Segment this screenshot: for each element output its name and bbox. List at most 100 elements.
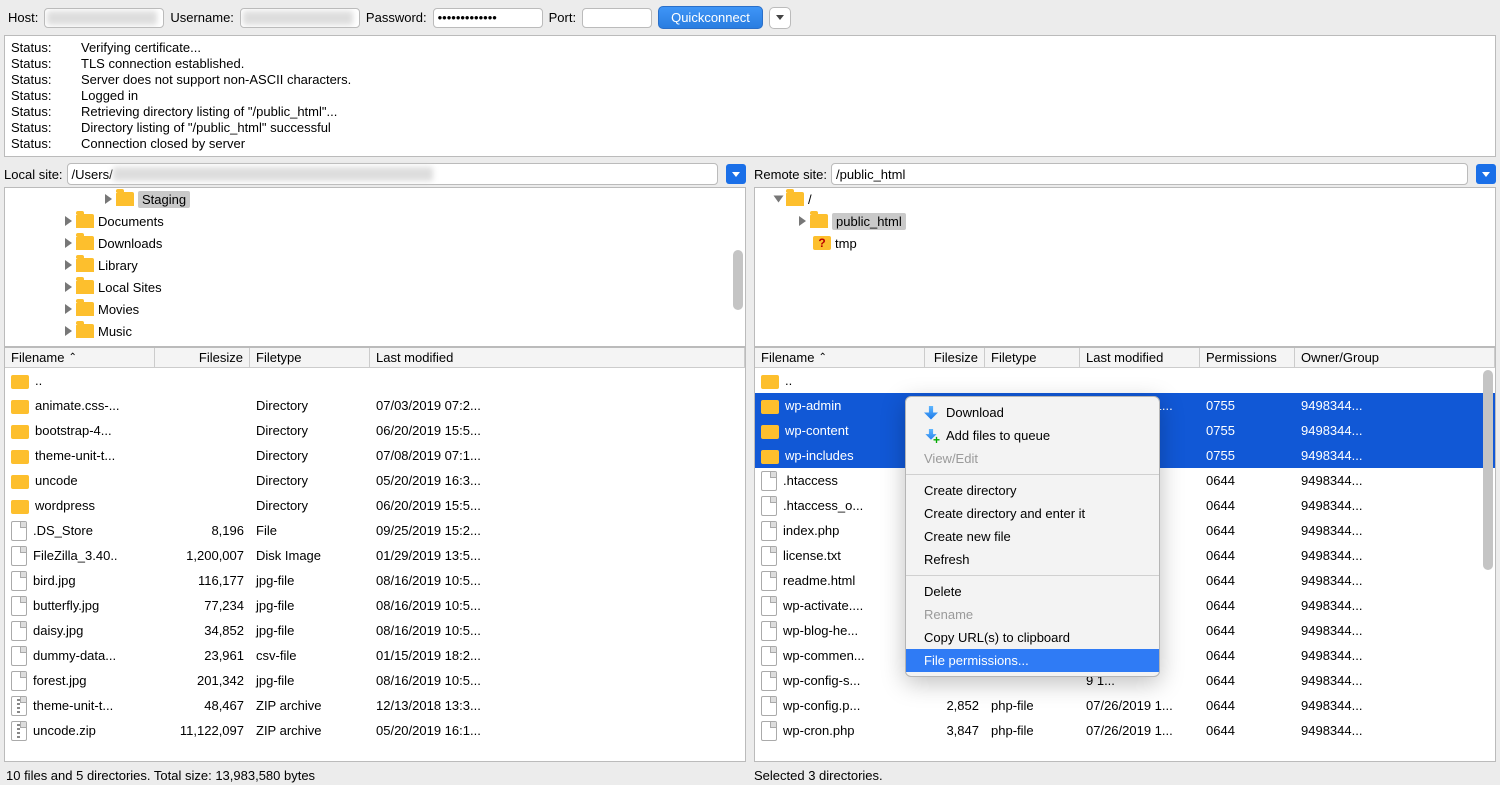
- ctx-create-directory[interactable]: Create directory: [906, 479, 1159, 502]
- tree-item-tmp[interactable]: tmp: [835, 236, 857, 251]
- file-name: wordpress: [35, 498, 95, 513]
- table-row[interactable]: bird.jpg116,177jpg-file08/16/2019 10:5..…: [5, 568, 745, 593]
- file-modified: 08/16/2019 10:5...: [370, 573, 745, 588]
- disclosure-icon[interactable]: [105, 194, 112, 204]
- table-row[interactable]: FileZilla_3.40..1,200,007Disk Image01/29…: [5, 543, 745, 568]
- password-input[interactable]: [433, 8, 543, 28]
- file-name: wp-blog-he...: [783, 623, 858, 638]
- local-site-input[interactable]: /Users/: [67, 163, 718, 185]
- scrollbar[interactable]: [731, 190, 743, 344]
- col-lastmodified[interactable]: Last modified: [376, 350, 453, 365]
- local-columns[interactable]: Filename⌃ Filesize Filetype Last modifie…: [5, 348, 745, 368]
- quickconnect-button[interactable]: Quickconnect: [658, 6, 763, 29]
- file-size: 48,467: [155, 698, 250, 713]
- connection-bar: Host: Username: Password: Port: Quickcon…: [0, 0, 1500, 35]
- file-icon: [11, 621, 27, 641]
- quickconnect-history-dropdown[interactable]: [769, 7, 791, 29]
- add-to-queue-icon: [924, 429, 938, 443]
- col-filesize[interactable]: Filesize: [934, 350, 978, 365]
- file-name: forest.jpg: [33, 673, 86, 688]
- table-row[interactable]: uncode.zip11,122,097ZIP archive05/20/201…: [5, 718, 745, 743]
- file-owner: 9498344...: [1295, 548, 1495, 563]
- table-row[interactable]: theme-unit-t...48,467ZIP archive12/13/20…: [5, 693, 745, 718]
- file-icon: [761, 696, 777, 716]
- file-icon: [761, 471, 777, 491]
- table-row[interactable]: bootstrap-4...Directory06/20/2019 15:5..…: [5, 418, 745, 443]
- col-lastmodified[interactable]: Last modified: [1086, 350, 1163, 365]
- username-input[interactable]: [240, 8, 360, 28]
- col-filesize[interactable]: Filesize: [199, 350, 243, 365]
- file-owner: 9498344...: [1295, 723, 1495, 738]
- local-tree[interactable]: Staging Documents Downloads Library Local S…: [4, 187, 746, 347]
- disclosure-icon[interactable]: [65, 326, 72, 336]
- col-ownergroup[interactable]: Owner/Group: [1301, 350, 1379, 365]
- file-type: jpg-file: [250, 673, 370, 688]
- disclosure-icon[interactable]: [65, 260, 72, 270]
- log-label: Status:: [11, 120, 61, 136]
- table-row[interactable]: theme-unit-t...Directory07/08/2019 07:1.…: [5, 443, 745, 468]
- col-filename[interactable]: Filename: [11, 350, 64, 365]
- ctx-file-permissions[interactable]: File permissions...: [906, 649, 1159, 672]
- tree-item[interactable]: Library: [98, 258, 138, 273]
- col-filetype[interactable]: Filetype: [256, 350, 302, 365]
- tree-item[interactable]: Local Sites: [98, 280, 162, 295]
- table-row[interactable]: uncodeDirectory05/20/2019 16:3...: [5, 468, 745, 493]
- remote-columns[interactable]: Filename⌃ Filesize Filetype Last modifie…: [755, 348, 1495, 368]
- tree-item[interactable]: Movies: [98, 302, 139, 317]
- remote-site-dropdown[interactable]: [1476, 164, 1496, 184]
- table-row[interactable]: butterfly.jpg77,234jpg-file08/16/2019 10…: [5, 593, 745, 618]
- local-filelist[interactable]: Filename⌃ Filesize Filetype Last modifie…: [4, 347, 746, 762]
- tree-item[interactable]: Music: [98, 324, 132, 339]
- file-modified: 01/15/2019 18:2...: [370, 648, 745, 663]
- log-panel: Status:Verifying certificate...Status:TL…: [4, 35, 1496, 157]
- file-name: FileZilla_3.40..: [33, 548, 118, 563]
- folder-icon: [11, 375, 29, 389]
- file-size: 1,200,007: [155, 548, 250, 563]
- ctx-delete[interactable]: Delete: [906, 580, 1159, 603]
- table-row[interactable]: forest.jpg201,342jpg-file08/16/2019 10:5…: [5, 668, 745, 693]
- disclosure-icon[interactable]: [774, 196, 784, 203]
- host-input[interactable]: [44, 8, 164, 28]
- ctx-create-file[interactable]: Create new file: [906, 525, 1159, 548]
- file-owner: 9498344...: [1295, 673, 1495, 688]
- disclosure-icon[interactable]: [799, 216, 806, 226]
- ctx-add-to-queue[interactable]: Add files to queue: [906, 424, 1159, 447]
- folder-icon: [11, 425, 29, 439]
- tree-item-staging[interactable]: Staging: [138, 191, 190, 208]
- col-permissions[interactable]: Permissions: [1206, 350, 1277, 365]
- separator: [906, 474, 1159, 475]
- table-row[interactable]: wordpressDirectory06/20/2019 15:5...: [5, 493, 745, 518]
- table-row[interactable]: daisy.jpg34,852jpg-file08/16/2019 10:5..…: [5, 618, 745, 643]
- disclosure-icon[interactable]: [65, 282, 72, 292]
- tree-item-public-html[interactable]: public_html: [832, 213, 906, 230]
- tree-item-root[interactable]: /: [808, 192, 812, 207]
- col-filetype[interactable]: Filetype: [991, 350, 1037, 365]
- disclosure-icon[interactable]: [65, 238, 72, 248]
- table-row[interactable]: ..: [755, 368, 1495, 393]
- table-row[interactable]: wp-cron.php3,847php-file07/26/2019 1...0…: [755, 718, 1495, 743]
- port-label: Port:: [549, 10, 576, 25]
- table-row[interactable]: dummy-data...23,961csv-file01/15/2019 18…: [5, 643, 745, 668]
- col-filename[interactable]: Filename: [761, 350, 814, 365]
- ctx-refresh[interactable]: Refresh: [906, 548, 1159, 571]
- log-label: Status:: [11, 72, 61, 88]
- table-row[interactable]: wp-config.p...2,852php-file07/26/2019 1.…: [755, 693, 1495, 718]
- ctx-copy-url[interactable]: Copy URL(s) to clipboard: [906, 626, 1159, 649]
- tree-item[interactable]: Documents: [98, 214, 164, 229]
- remote-site-input[interactable]: /public_html: [831, 163, 1468, 185]
- table-row[interactable]: .DS_Store8,196File09/25/2019 15:2...: [5, 518, 745, 543]
- tree-item[interactable]: Downloads: [98, 236, 162, 251]
- ctx-download[interactable]: Download: [906, 401, 1159, 424]
- disclosure-icon[interactable]: [65, 304, 72, 314]
- remote-tree[interactable]: / public_html ? tmp: [754, 187, 1496, 347]
- ctx-create-directory-enter[interactable]: Create directory and enter it: [906, 502, 1159, 525]
- file-permissions: 0644: [1200, 723, 1295, 738]
- disclosure-icon[interactable]: [65, 216, 72, 226]
- local-site-dropdown[interactable]: [726, 164, 746, 184]
- table-row[interactable]: ..: [5, 368, 745, 393]
- table-row[interactable]: animate.css-...Directory07/03/2019 07:2.…: [5, 393, 745, 418]
- file-name: bootstrap-4...: [35, 423, 112, 438]
- scrollbar[interactable]: [1481, 370, 1493, 759]
- remote-filelist[interactable]: Filename⌃ Filesize Filetype Last modifie…: [754, 347, 1496, 762]
- port-input[interactable]: [582, 8, 652, 28]
